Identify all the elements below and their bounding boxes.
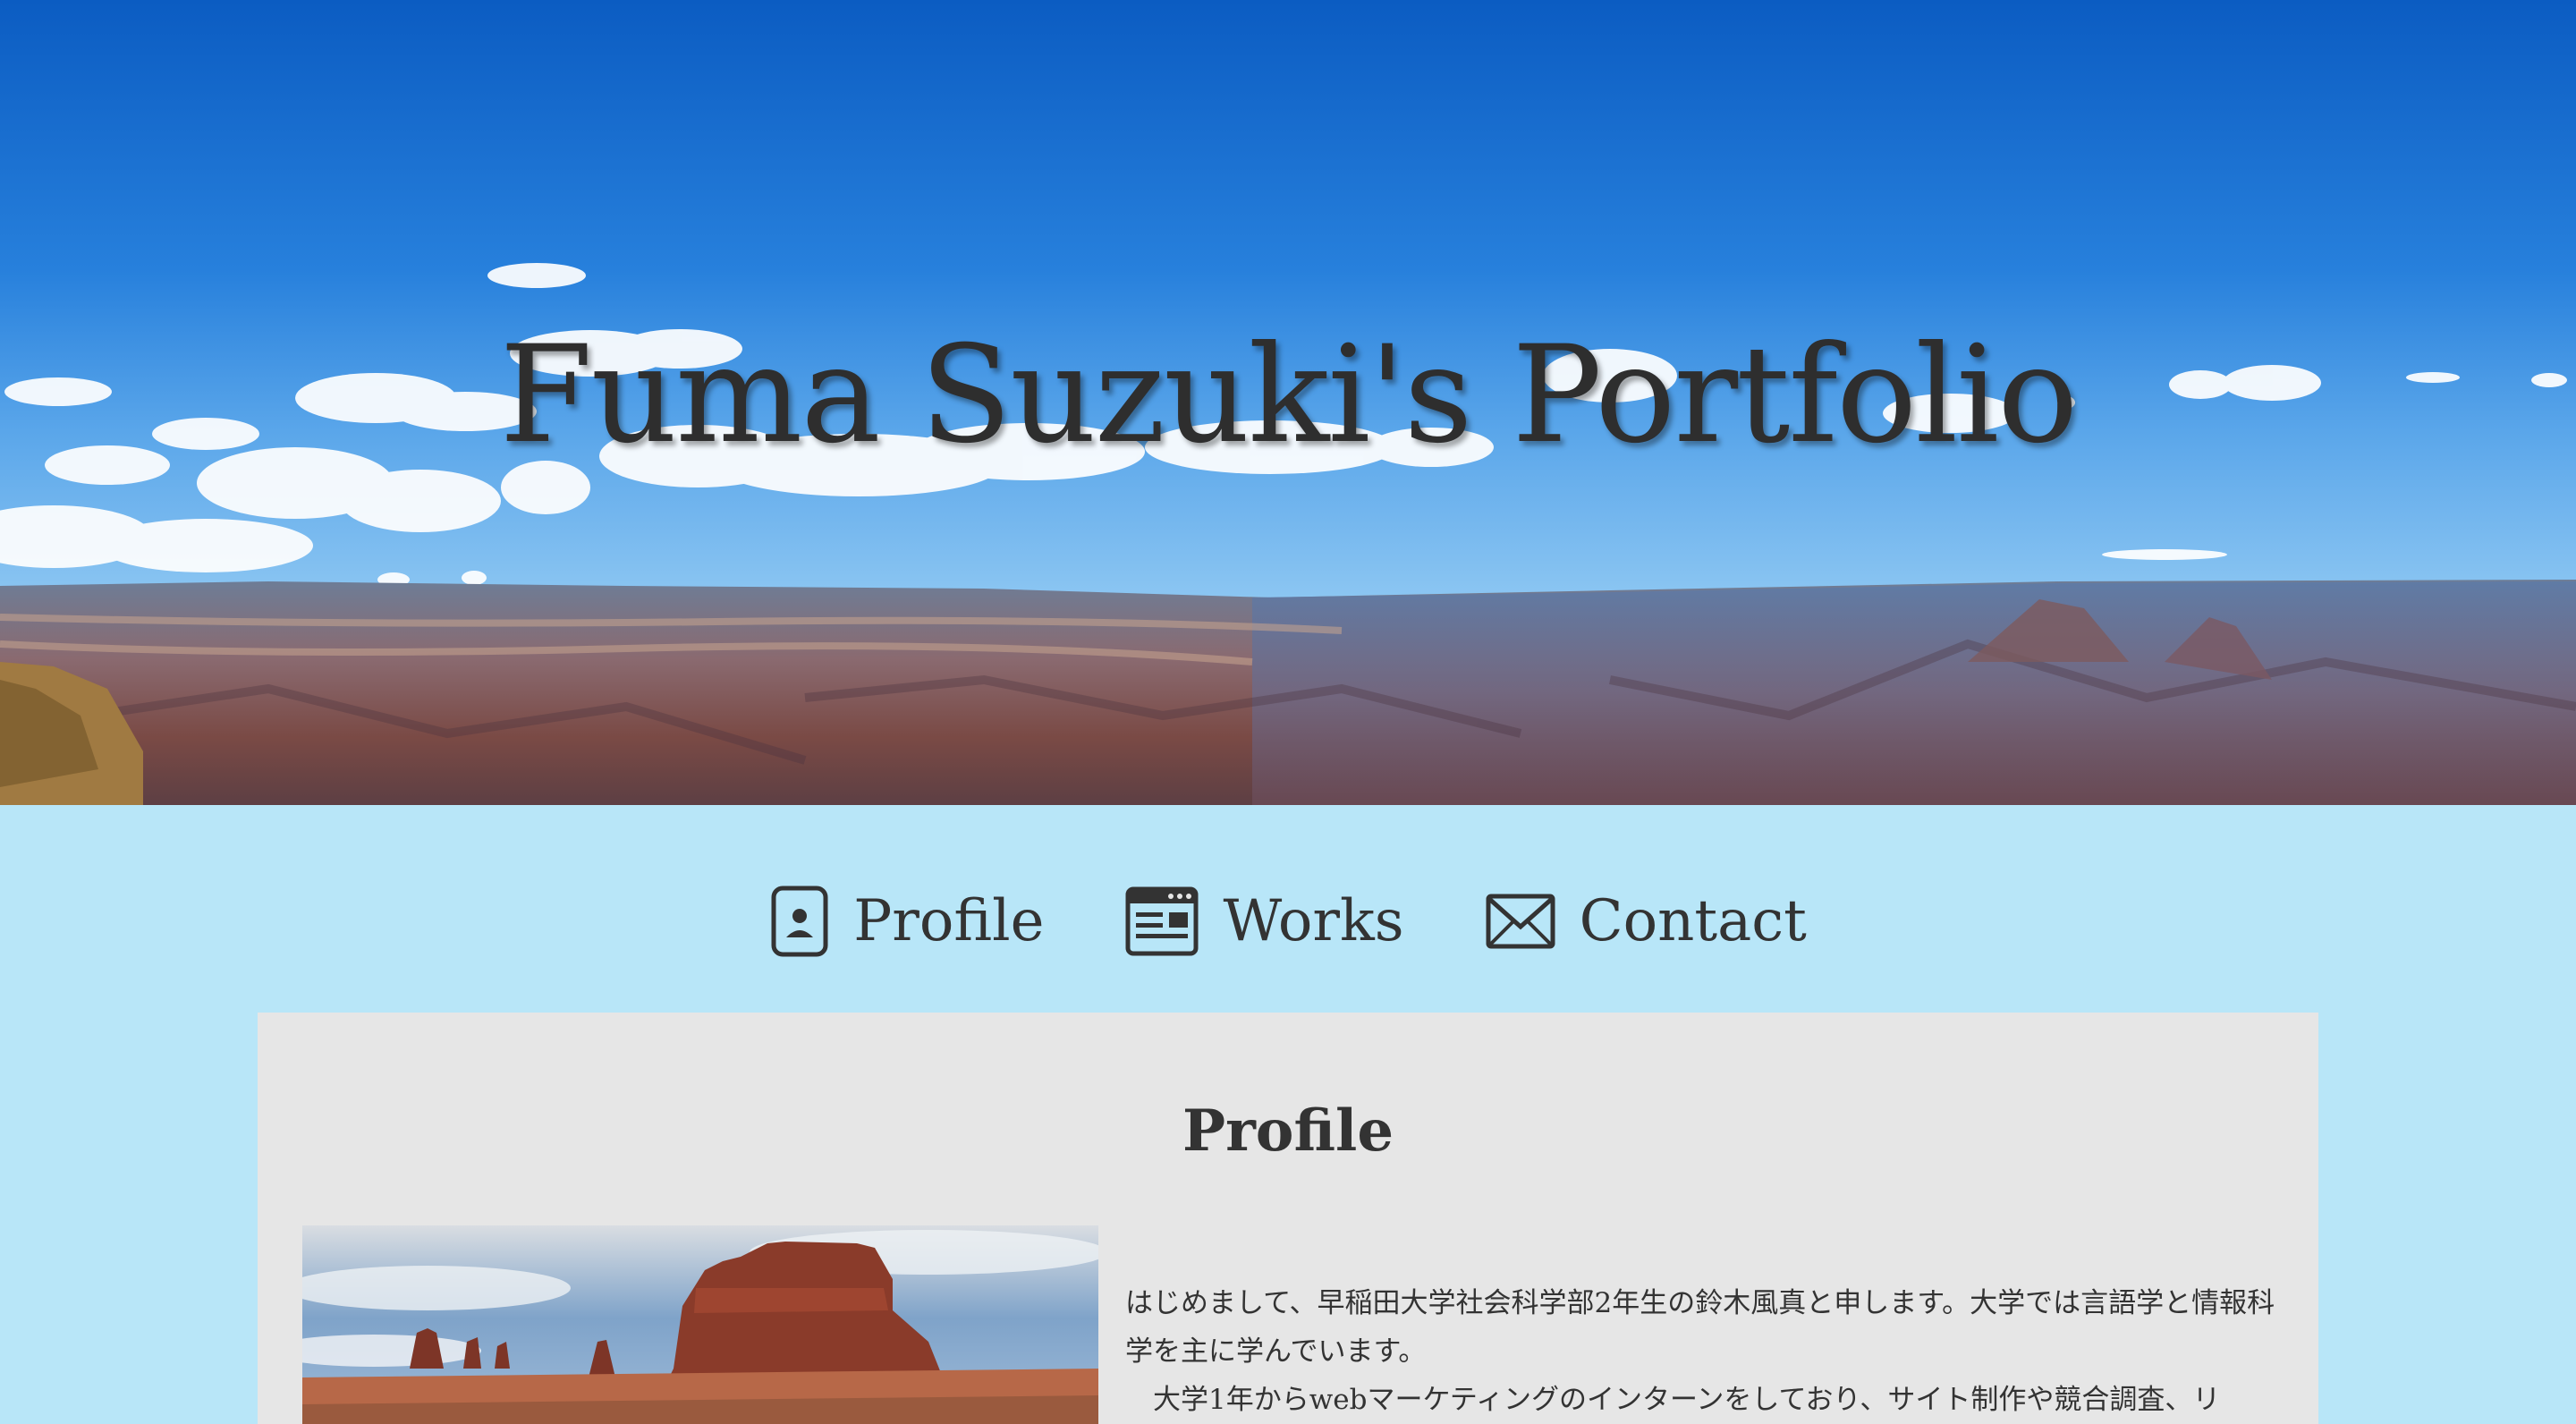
nav-label-profile: Profile	[853, 888, 1045, 954]
profile-section: Profile はじめまして、早稲田大学社会科学部2年生の鈴木風真と申します。大…	[258, 1013, 2318, 1424]
bio-paragraph-1: はじめまして、早稲田大学社会科学部2年生の鈴木風真と申します。大学では言語学と情…	[1125, 1287, 2275, 1368]
site-title: Fuma Suzuki's Portfolio	[499, 318, 2078, 473]
section-heading: Profile	[1182, 1098, 1394, 1165]
profile-photo	[302, 1225, 1098, 1424]
hero-banner: Fuma Suzuki's Portfolio	[0, 0, 2576, 805]
nav-label-works: Works	[1223, 888, 1404, 954]
nav-label-contact: Contact	[1579, 888, 1807, 954]
main-nav: Profile Works Contact	[0, 872, 2576, 971]
nav-item-contact[interactable]: Contact	[1485, 888, 1807, 954]
profile-bio: はじめまして、早稲田大学社会科学部2年生の鈴木風真と申します。大学では言語学と情…	[1125, 1279, 2279, 1424]
bio-paragraph-2: 大学1年からwebマーケティングのインターンをしており、サイト制作や競合調査、リ	[1153, 1384, 2221, 1416]
profile-card-icon	[771, 886, 828, 957]
nav-item-works[interactable]: Works	[1124, 886, 1404, 957]
monument-valley-photo	[302, 1225, 1098, 1424]
envelope-icon	[1486, 894, 1555, 949]
nav-item-profile[interactable]: Profile	[769, 884, 1044, 959]
browser-window-icon	[1125, 886, 1199, 956]
